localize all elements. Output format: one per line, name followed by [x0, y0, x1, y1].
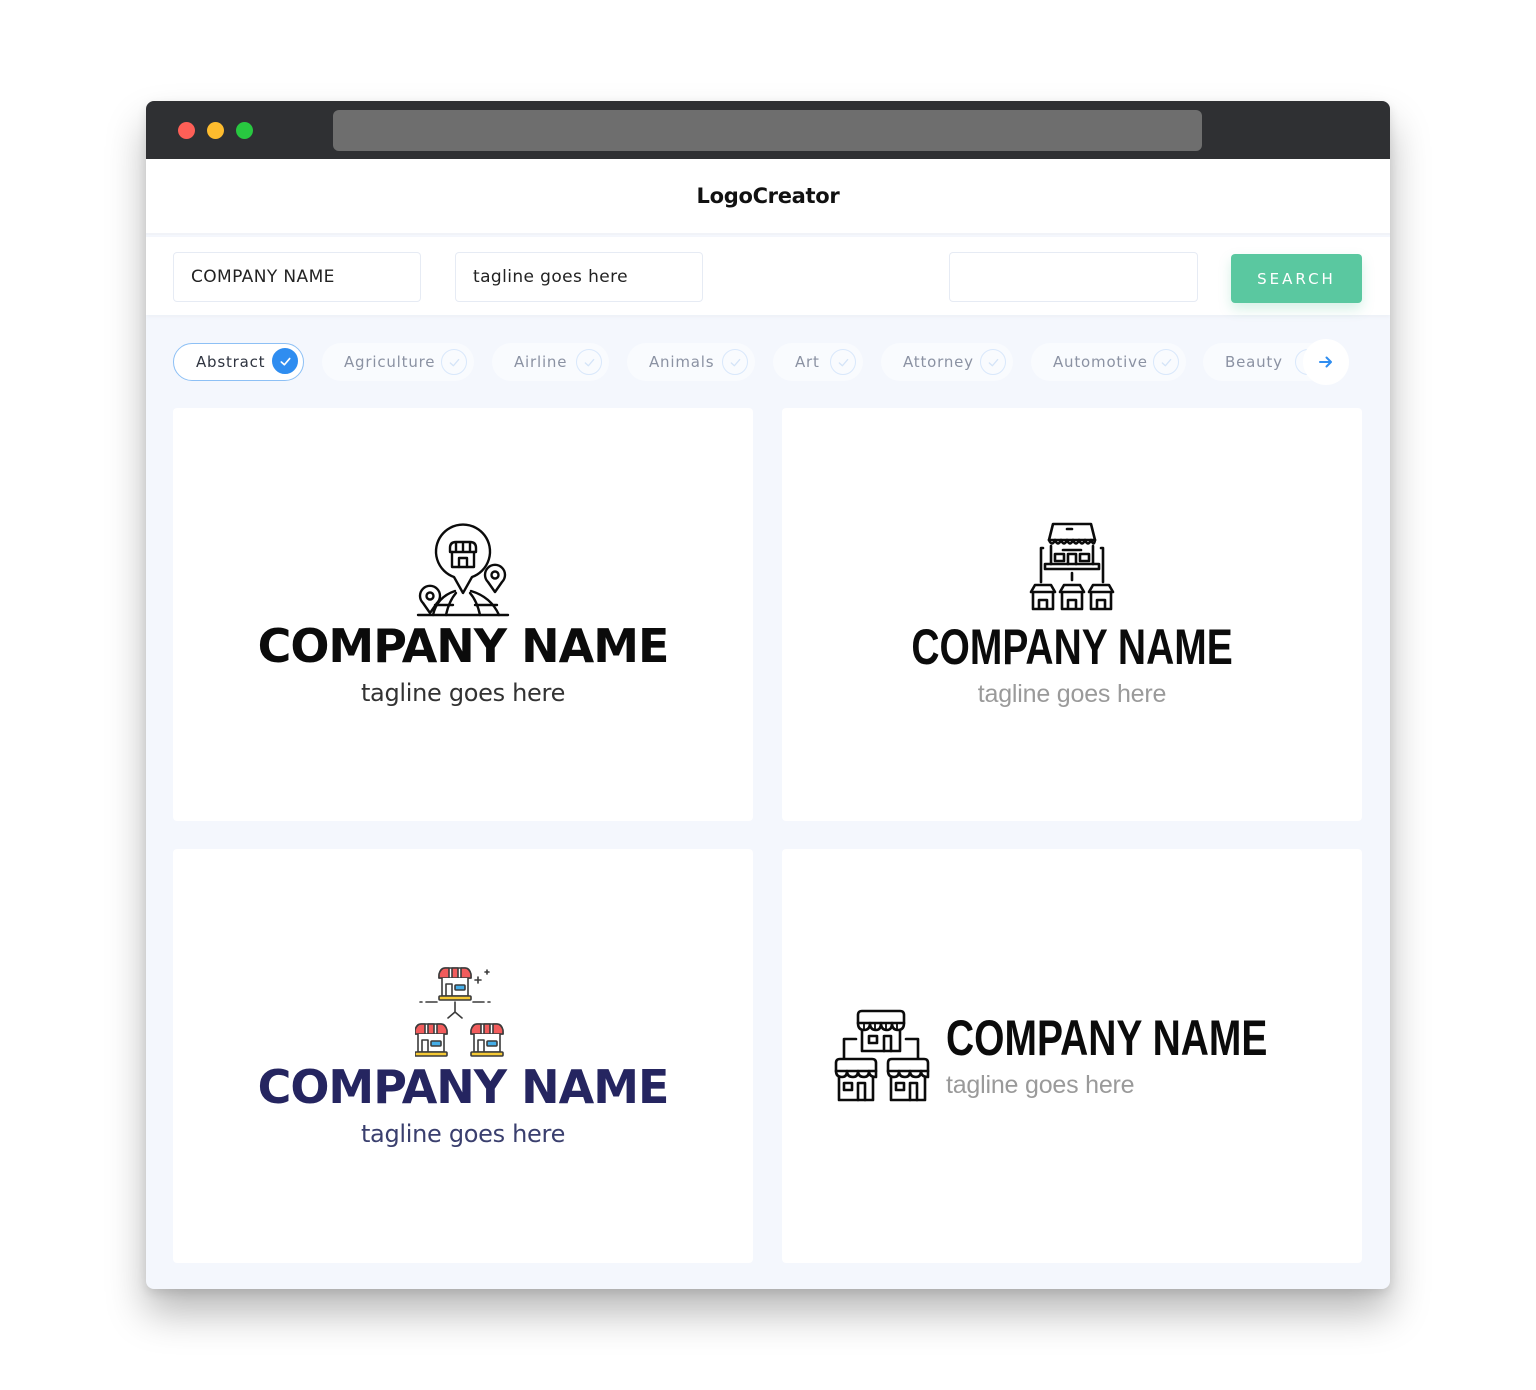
category-label: Automotive: [1053, 353, 1148, 371]
check-icon: [272, 348, 298, 374]
close-window-button[interactable]: [178, 122, 195, 139]
category-chip-art[interactable]: Art: [773, 343, 863, 381]
tagline-text: tagline goes here: [360, 1120, 566, 1148]
company-name-text: COMPANY NAME: [911, 619, 1233, 675]
check-icon: [1153, 349, 1179, 375]
tagline-text: tagline goes here: [360, 678, 566, 707]
check-icon: [576, 349, 602, 375]
category-label: Beauty: [1225, 353, 1283, 371]
category-chip-agriculture[interactable]: Agriculture: [322, 343, 474, 381]
category-filter-bar: Abstract Agriculture Airline Animals Art…: [146, 333, 1390, 393]
title-bar: [146, 101, 1390, 159]
tagline-input[interactable]: tagline goes here: [455, 252, 703, 302]
category-chip-automotive[interactable]: Automotive: [1031, 343, 1186, 381]
check-icon: [830, 349, 856, 375]
category-label: Attorney: [903, 353, 974, 371]
company-name-input[interactable]: COMPANY NAME: [173, 252, 421, 302]
check-icon: [980, 349, 1006, 375]
logo-card[interactable]: COMPANY NAME tagline goes here: [782, 408, 1362, 821]
tagline-text: tagline goes here: [977, 680, 1167, 708]
search-button[interactable]: SEARCH: [1231, 254, 1362, 303]
globe-store-pin-icon: [416, 522, 510, 616]
store-branches-icon: [834, 1009, 930, 1102]
category-label: Airline: [514, 353, 568, 371]
logo-preview: COMPANY NAME tagline goes here: [834, 1009, 1300, 1103]
category-label: Art: [795, 353, 820, 371]
minimize-window-button[interactable]: [207, 122, 224, 139]
logo-preview: COMPANY NAME tagline goes here: [258, 964, 669, 1148]
logo-preview: COMPANY NAME tagline goes here: [257, 522, 670, 707]
keyword-input[interactable]: [949, 252, 1198, 302]
browser-window: LogoCreator COMPANY NAME tagline goes he…: [146, 101, 1390, 1289]
company-name-text: COMPANY NAME: [257, 1060, 670, 1114]
logo-card[interactable]: COMPANY NAME tagline goes here: [173, 849, 753, 1263]
colored-store-network-icon: [414, 967, 504, 1057]
category-chip-airline[interactable]: Airline: [492, 343, 609, 381]
category-chip-attorney[interactable]: Attorney: [881, 343, 1013, 381]
address-bar[interactable]: [333, 110, 1202, 151]
category-label: Agriculture: [344, 353, 436, 371]
category-chip-animals[interactable]: Animals: [627, 343, 755, 381]
store-network-icon: [1029, 522, 1115, 611]
logo-card[interactable]: COMPANY NAME tagline goes here: [173, 408, 753, 821]
logo-preview: COMPANY NAME tagline goes here: [866, 520, 1278, 709]
app-header: LogoCreator: [146, 159, 1390, 235]
maximize-window-button[interactable]: [236, 122, 253, 139]
arrow-right-icon: [1319, 356, 1332, 368]
company-name-text: COMPANY NAME: [945, 1009, 1268, 1066]
next-categories-button[interactable]: [1303, 339, 1349, 385]
company-name-text: COMPANY NAME: [257, 618, 670, 673]
brand-logo[interactable]: LogoCreator: [697, 184, 840, 208]
tagline-text: tagline goes here: [945, 1070, 1135, 1099]
check-icon: [441, 349, 467, 375]
category-label: Animals: [649, 353, 715, 371]
check-icon: [722, 349, 748, 375]
category-chip-abstract[interactable]: Abstract: [173, 343, 304, 381]
category-label: Abstract: [196, 353, 266, 371]
search-bar: COMPANY NAME tagline goes here SEARCH: [146, 237, 1390, 315]
logo-card[interactable]: COMPANY NAME tagline goes here: [782, 849, 1362, 1263]
